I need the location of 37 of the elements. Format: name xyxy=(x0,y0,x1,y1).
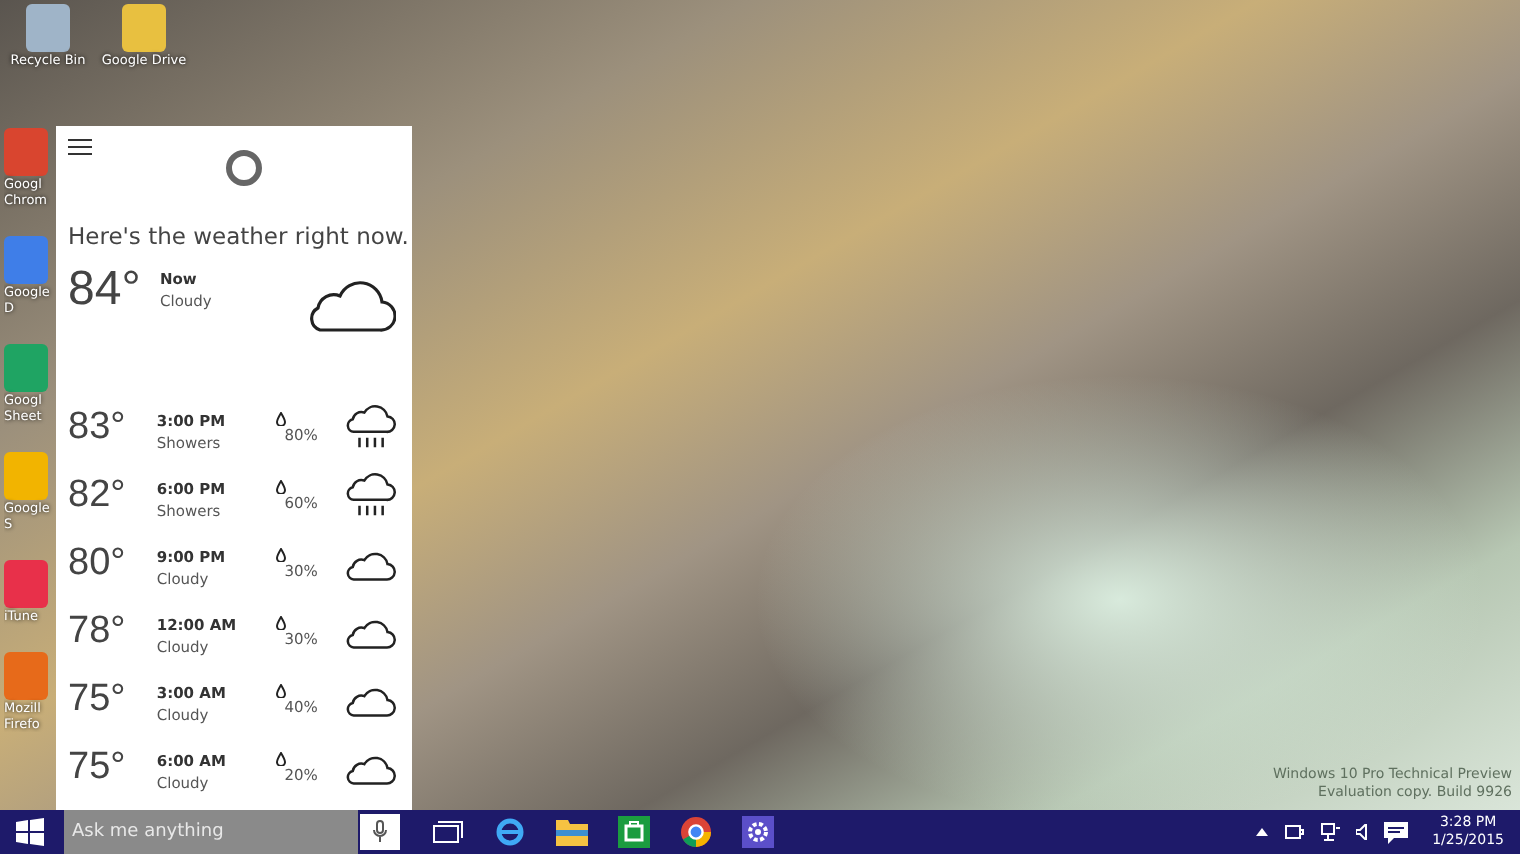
speaker-icon[interactable] xyxy=(1356,824,1369,840)
cloud-icon xyxy=(345,751,396,785)
network-icon[interactable] xyxy=(1320,822,1341,842)
forecast-temperature: 78° xyxy=(68,610,128,654)
chrome-icon[interactable] xyxy=(680,816,712,848)
cloud-icon xyxy=(304,278,396,334)
forecast-temperature: 82° xyxy=(68,474,128,518)
current-temperature: 84° xyxy=(68,262,143,318)
raindrop-icon xyxy=(276,412,287,426)
windows-logo-icon[interactable] xyxy=(16,818,44,846)
raindrop-icon xyxy=(276,752,287,766)
forecast-temperature: 80° xyxy=(68,542,128,586)
menu-icon[interactable] xyxy=(68,138,92,156)
settings-icon[interactable] xyxy=(742,816,774,848)
browser-e-icon[interactable] xyxy=(494,816,526,848)
store-bag-icon[interactable] xyxy=(618,816,650,848)
raindrop-icon xyxy=(276,616,287,630)
cloud-icon xyxy=(345,683,396,717)
forecast-temperature: 83° xyxy=(68,406,128,450)
raindrop-icon xyxy=(276,480,287,494)
microphone-icon[interactable] xyxy=(372,820,388,844)
task-view-icon[interactable] xyxy=(432,820,464,844)
forecast-temperature: 75° xyxy=(68,678,128,722)
chevron-up-icon[interactable] xyxy=(1256,828,1269,836)
raindrop-icon xyxy=(276,548,287,562)
battery-icon[interactable] xyxy=(1284,824,1305,840)
rain-cloud-icon xyxy=(345,404,396,452)
notification-icon[interactable] xyxy=(1384,821,1409,843)
microphone-button[interactable] xyxy=(360,814,400,850)
folder-icon[interactable] xyxy=(556,818,588,846)
search-field[interactable]: Ask me anything xyxy=(64,810,358,854)
forecast-temperature: 75° xyxy=(68,746,128,790)
raindrop-icon xyxy=(276,684,287,698)
rain-cloud-icon xyxy=(345,472,396,520)
cloud-icon xyxy=(345,547,396,581)
cloud-icon xyxy=(345,615,396,649)
cortana-ring-icon[interactable] xyxy=(224,148,264,188)
